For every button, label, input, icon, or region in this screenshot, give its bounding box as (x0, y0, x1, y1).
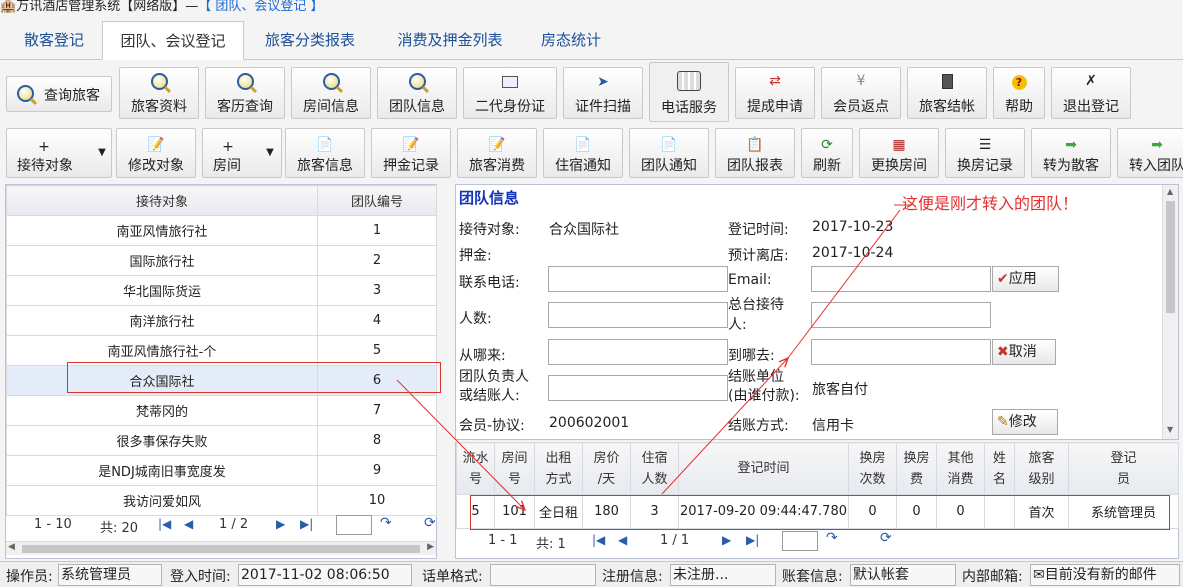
call-format-label: 话单格式: (422, 569, 483, 585)
account-set-label: 账套信息: (782, 569, 843, 585)
mail-icon: ✉ (1033, 567, 1045, 583)
login-time-label: 登入时间: (170, 569, 231, 585)
status-bar: 操作员: 系统管理员 登入时间: 2017-11-02 08:06:50 话单格… (0, 561, 1183, 587)
account-set-value: 默认帐套 (850, 564, 956, 586)
annotation-arrows (396, 204, 912, 587)
app-window: 🏨万讯酒店管理系统【网络版】—【 团队、会议登记 】 散客登记 团队、会议登记 … (0, 0, 1183, 587)
operator-value: 系统管理员 (58, 564, 162, 586)
mail-text: 目前没有新的邮件 (1044, 567, 1157, 583)
arrow-to-note-a (787, 209, 901, 359)
arrow-to-room (396, 379, 525, 510)
registration-value: 未注册... (670, 564, 776, 586)
internal-mail-value[interactable]: ✉目前没有新的邮件 (1030, 564, 1180, 586)
call-format-value (490, 564, 596, 586)
operator-label: 操作员: (6, 569, 53, 585)
login-time-value: 2017-11-02 08:06:50 (238, 564, 412, 586)
registration-label: 注册信息: (602, 569, 663, 585)
internal-mail-label: 内部邮箱: (962, 569, 1023, 585)
arrow-to-team-info (661, 358, 788, 495)
